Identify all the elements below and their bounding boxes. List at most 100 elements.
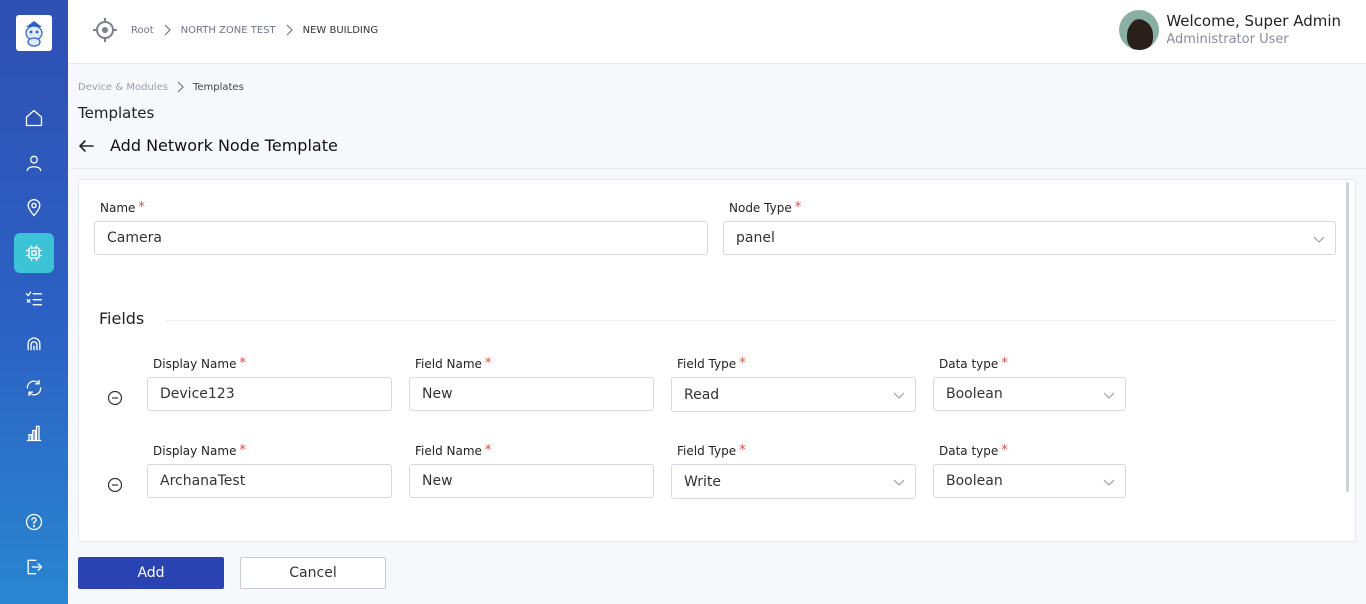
page-title: Templates (78, 104, 155, 122)
required-marker: * (1001, 356, 1008, 371)
breadcrumb-templates: Templates (192, 81, 244, 93)
name-label: Name * (100, 200, 145, 215)
name-input[interactable]: Camera (94, 221, 708, 255)
chevron-down-icon (893, 479, 905, 486)
data-type-select[interactable]: Boolean (933, 377, 1126, 411)
node-type-value: panel (736, 230, 775, 246)
display-name-input[interactable]: Device123 (147, 377, 392, 411)
user-profile[interactable]: Welcome, Super Admin Administrator User (1119, 10, 1341, 50)
name-label-text: Name (100, 200, 136, 215)
required-marker: * (239, 443, 246, 458)
display-name-input[interactable]: ArchanaTest (147, 464, 392, 498)
sidebar (0, 0, 68, 604)
field-type-select[interactable]: Read (671, 377, 916, 412)
chevron-right-icon (164, 24, 171, 36)
nav-reports[interactable] (14, 413, 54, 453)
app-logo[interactable] (16, 15, 52, 51)
nav-users[interactable] (14, 143, 54, 183)
required-marker: * (484, 356, 492, 371)
nav-logout[interactable] (14, 547, 54, 587)
nav-help[interactable] (14, 502, 54, 542)
location-breadcrumb: Root NORTH ZONE TEST NEW BUILDING (131, 24, 378, 36)
help-icon (25, 513, 43, 531)
nav-tasks[interactable] (14, 278, 54, 318)
data-type-label-text: Data type (939, 443, 999, 458)
display-name-label: Display Name * (153, 443, 246, 458)
field-name-label: Field Name * (415, 443, 491, 458)
nav-sync[interactable] (14, 368, 54, 408)
data-type-label: Data type * (939, 356, 1008, 371)
required-marker: * (484, 443, 492, 458)
breadcrumb-zone[interactable]: NORTH ZONE TEST (181, 25, 276, 36)
field-type-label-text: Field Type (677, 443, 737, 458)
nav-home[interactable] (14, 98, 54, 138)
data-type-value: Boolean (946, 473, 1003, 489)
home-icon (25, 109, 43, 127)
field-type-select[interactable]: Write (671, 464, 916, 499)
required-marker: * (794, 200, 802, 215)
scrollbar[interactable] (1346, 182, 1349, 492)
field-name-label: Field Name * (415, 356, 491, 371)
cancel-button[interactable]: Cancel (240, 557, 386, 589)
display-name-label-text: Display Name (153, 443, 237, 458)
breadcrumb-device-modules[interactable]: Device & Modules (78, 82, 168, 93)
signal-icon (27, 337, 41, 351)
add-button[interactable]: Add (78, 557, 224, 589)
node-type-label: Node Type * (729, 200, 801, 215)
fields-section-title: Fields (99, 309, 145, 328)
user-role: Administrator User (1166, 32, 1289, 47)
required-marker: * (138, 200, 145, 215)
field-name-input[interactable]: New (409, 377, 654, 411)
nav-devices[interactable] (14, 233, 54, 273)
display-name-label: Display Name * (153, 356, 246, 371)
required-marker: * (239, 356, 246, 371)
field-type-label: Field Type * (677, 443, 746, 458)
welcome-text: Welcome, Super Admin (1166, 12, 1341, 30)
chevron-right-icon (286, 24, 293, 36)
required-marker: * (739, 356, 746, 371)
crosshair-icon[interactable] (92, 17, 118, 43)
remove-row-icon[interactable] (107, 477, 123, 493)
page-breadcrumb: Device & Modules Templates (78, 81, 244, 93)
display-name-label-text: Display Name (153, 356, 237, 371)
field-type-value: Read (684, 386, 720, 403)
chevron-down-icon (1103, 392, 1115, 399)
display-name-value: Device123 (160, 386, 235, 402)
nav-locations[interactable] (14, 188, 54, 228)
name-input-value: Camera (107, 230, 162, 246)
field-type-label-text: Field Type (677, 356, 737, 371)
data-type-label: Data type * (939, 443, 1008, 458)
field-name-label-text: Field Name (415, 356, 482, 371)
breadcrumb-building[interactable]: NEW BUILDING (303, 25, 378, 36)
refresh-icon (26, 379, 42, 397)
required-marker: * (739, 443, 746, 458)
data-type-select[interactable]: Boolean (933, 464, 1126, 498)
field-name-input[interactable]: New (409, 464, 654, 498)
data-type-label-text: Data type (939, 356, 999, 371)
logout-icon (27, 559, 43, 575)
map-pin-icon (27, 199, 41, 217)
required-marker: * (1001, 443, 1008, 458)
chevron-down-icon (1103, 479, 1115, 486)
top-bar: Root NORTH ZONE TEST NEW BUILDING Welcom… (68, 0, 1366, 64)
remove-row-icon[interactable] (107, 390, 123, 406)
chevron-right-icon (177, 81, 184, 93)
field-type-value: Write (684, 473, 721, 490)
chip-icon (25, 244, 43, 262)
breadcrumb-root[interactable]: Root (131, 25, 154, 36)
node-type-select[interactable]: panel (723, 221, 1336, 255)
chevron-down-icon (893, 392, 905, 399)
form-title: Add Network Node Template (110, 136, 338, 155)
node-type-label-text: Node Type (729, 200, 792, 215)
field-name-value: New (422, 386, 453, 402)
avatar[interactable] (1119, 10, 1160, 50)
bar-chart-icon (26, 425, 42, 442)
back-arrow-icon[interactable] (78, 138, 94, 154)
template-form-card: Name * Camera Node Type * panel Fields Dis… (78, 179, 1356, 542)
display-name-value: ArchanaTest (160, 473, 246, 489)
chevron-down-icon (1313, 236, 1325, 243)
checklist-icon (25, 291, 43, 306)
nav-network[interactable] (14, 323, 54, 363)
field-name-label-text: Field Name (415, 443, 482, 458)
user-icon (26, 155, 42, 172)
